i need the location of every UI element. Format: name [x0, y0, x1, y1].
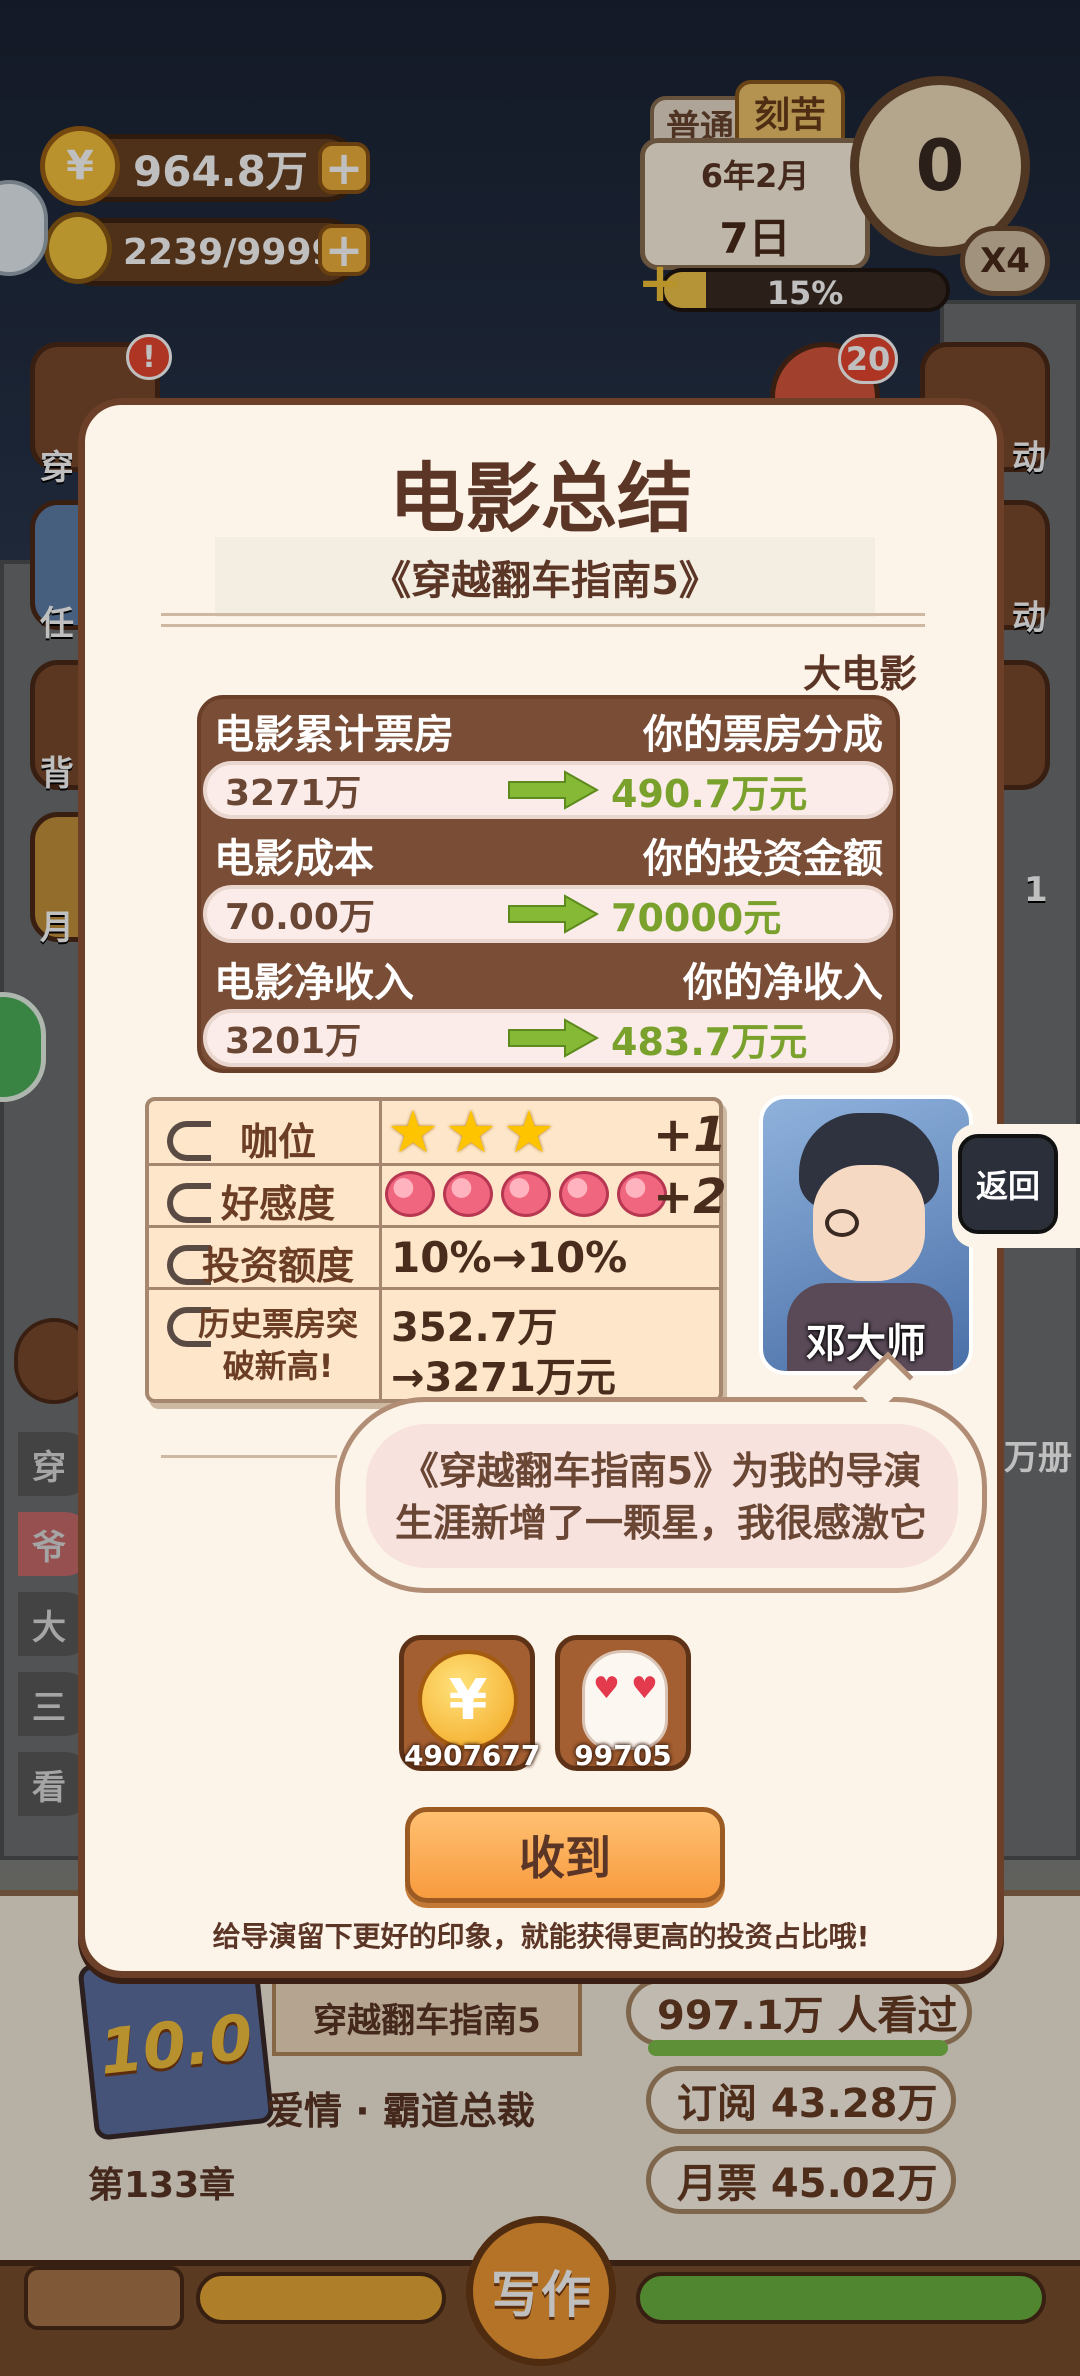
reward-love: ♥ ♥ 99705 — [555, 1635, 691, 1772]
reward-love-amount: 99705 — [574, 1739, 672, 1772]
invest-value: 10%→10% — [391, 1233, 628, 1282]
investment-value: 70000元 — [611, 895, 782, 940]
divider-left — [161, 1455, 337, 1458]
confirm-button[interactable]: 收到 — [405, 1807, 725, 1903]
director-name: 邓大师 — [806, 1321, 926, 1367]
favor-label: 好感度 — [220, 1182, 335, 1226]
rank-stars: ★ ★ ★ — [387, 1098, 587, 1166]
table-header-row: 电影成本 你的投资金额 — [200, 825, 897, 885]
table-header-row: 电影净收入 你的净收入 — [200, 949, 897, 1009]
love-icon: ♥ ♥ — [582, 1650, 668, 1750]
cost-value: 70.00万 — [225, 897, 375, 938]
arrow-right-icon — [508, 1018, 599, 1058]
header-your-net-income: 你的净收入 — [683, 960, 883, 1006]
divider-double — [161, 613, 925, 627]
record-value-line2: →3271万元 — [391, 1355, 616, 1401]
dialog-title: 电影总结 — [389, 454, 693, 543]
arrow-right-icon — [508, 894, 599, 934]
star-icon: ★ — [503, 1098, 555, 1166]
box-office-value: 3271万 — [225, 773, 362, 814]
heart-icon — [385, 1171, 435, 1217]
header-your-share: 你的票房分成 — [643, 712, 883, 758]
heart-eye-icon: ♥ — [593, 1671, 620, 1706]
your-share-value: 490.7万元 — [611, 771, 808, 816]
table-header-row: 电影累计票房 你的票房分成 — [200, 701, 897, 761]
coin-icon: ¥ — [418, 1650, 518, 1750]
table-row: 3271万 490.7万元 — [203, 761, 893, 819]
header-investment: 你的投资金额 — [643, 836, 883, 882]
heart-icon — [443, 1171, 493, 1217]
back-button[interactable]: 返回 — [958, 1134, 1058, 1234]
your-net-income-value: 483.7万元 — [611, 1019, 808, 1064]
reward-coins-amount: 4907677 — [404, 1739, 541, 1772]
heart-eye-icon: ♥ — [631, 1671, 658, 1706]
movie-category: 大电影 — [802, 652, 917, 696]
rank-bonus: +1 — [653, 1107, 727, 1163]
hint-text: 给导演留下更好的印象，就能获得更高的投资占比哦! — [212, 1920, 870, 1953]
speech-line-1: 《穿越翻车指南5》为我的导演 — [400, 1449, 922, 1493]
header-cost: 电影成本 — [214, 836, 374, 882]
record-label-line1: 历史票房突 — [197, 1305, 358, 1343]
speech-line-2: 生涯新增了一颗星，我很感激它 — [394, 1501, 927, 1545]
star-icon: ★ — [387, 1098, 439, 1166]
speech-bubble: 《穿越翻车指南5》为我的导演 生涯新增了一颗星，我很感激它 — [335, 1397, 987, 1593]
star-icon: ★ — [445, 1098, 497, 1166]
director-glasses — [825, 1209, 859, 1237]
table-row: 70.00万 70000元 — [203, 885, 893, 943]
director-portrait: 邓大师 — [759, 1095, 973, 1375]
table-row: 3201万 483.7万元 — [203, 1009, 893, 1067]
confirm-label: 收到 — [519, 1831, 611, 1885]
heart-icon — [501, 1171, 551, 1217]
movie-name-banner: 《穿越翻车指南5》 — [215, 537, 875, 617]
favor-bonus: +2 — [653, 1169, 727, 1225]
rank-label: 咖位 — [239, 1120, 316, 1164]
heart-icon — [559, 1171, 609, 1217]
movie-summary-dialog: 电影总结 《穿越翻车指南5》 大电影 电影累计票房 你的票房分成 3271万 4… — [78, 398, 1004, 1978]
favor-hearts — [385, 1167, 685, 1223]
header-box-office: 电影累计票房 — [214, 712, 454, 758]
record-label-line2: 破新高! — [222, 1347, 334, 1385]
net-income-value: 3201万 — [225, 1021, 362, 1062]
movie-name: 《穿越翻车指南5》 — [371, 558, 719, 604]
reward-coins: ¥ 4907677 — [399, 1635, 541, 1772]
invest-label: 投资额度 — [201, 1244, 354, 1288]
arrow-right-icon — [508, 770, 599, 810]
header-net-income: 电影净收入 — [214, 960, 414, 1006]
